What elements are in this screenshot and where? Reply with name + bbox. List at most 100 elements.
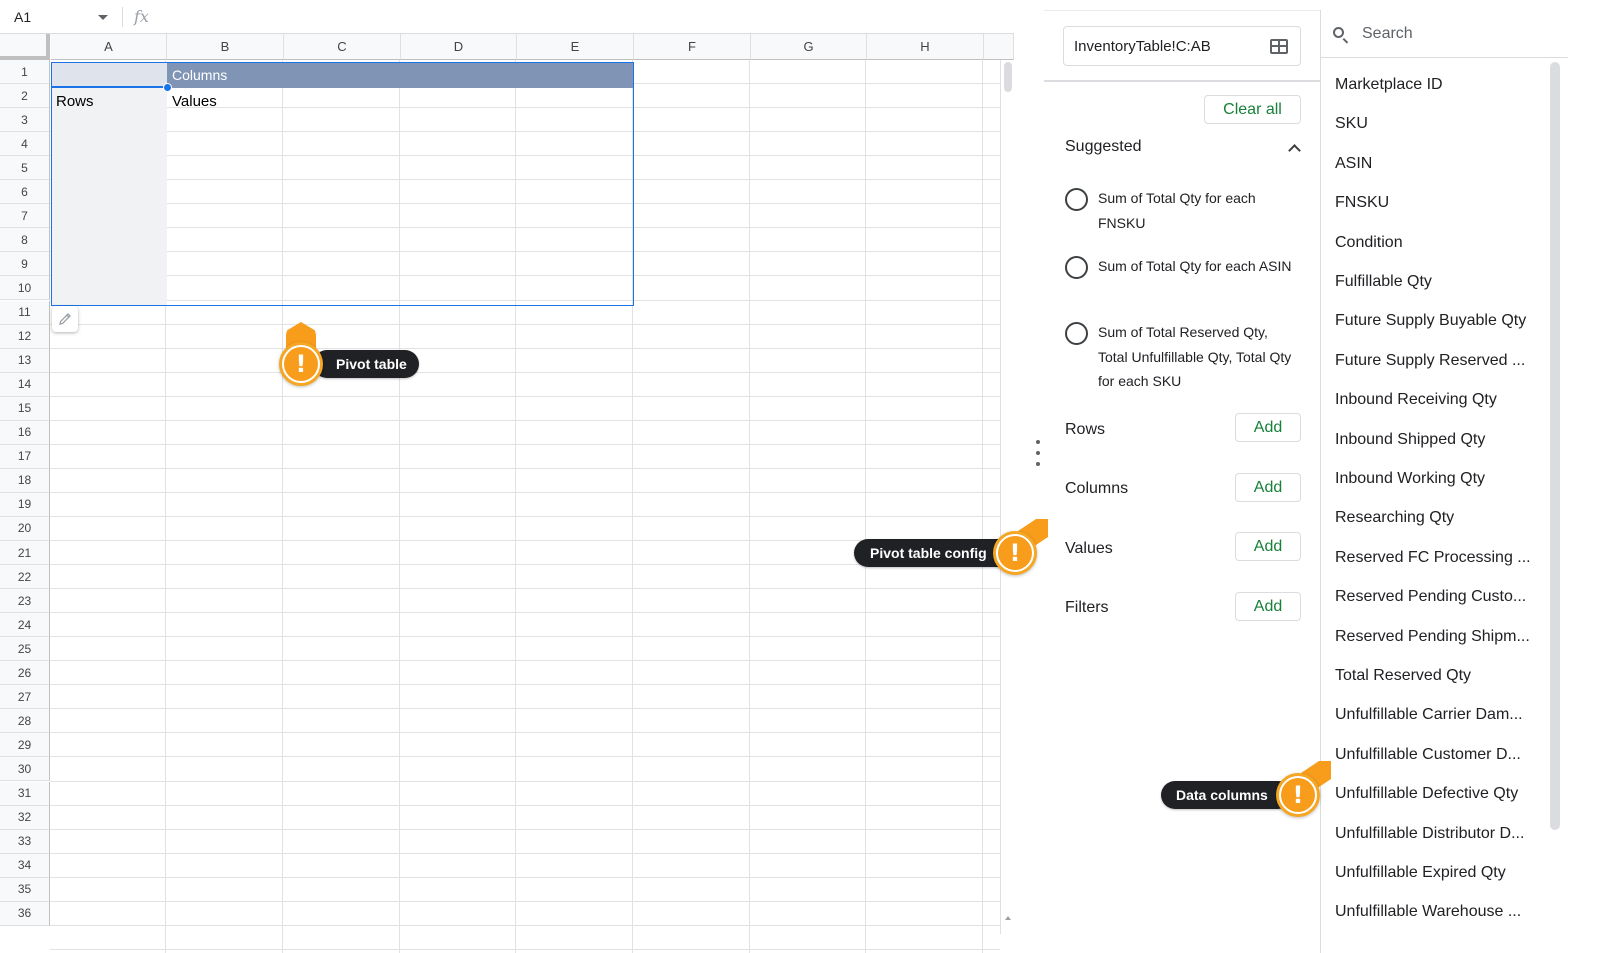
fields-search-input[interactable]: [1362, 22, 1552, 46]
row-header[interactable]: 20: [0, 516, 50, 541]
cell-area[interactable]: [50, 60, 1000, 953]
field-item[interactable]: Unfulfillable Customer D...: [1335, 745, 1535, 765]
row-header[interactable]: 2: [0, 84, 50, 109]
field-item[interactable]: Future Supply Buyable Qty: [1335, 311, 1535, 331]
field-item[interactable]: Condition: [1335, 233, 1535, 253]
select-all-corner[interactable]: [0, 34, 50, 60]
suggestion-option[interactable]: Sum of Total Qty for each FNSKU: [1065, 186, 1295, 235]
field-item[interactable]: Inbound Shipped Qty: [1335, 430, 1535, 450]
edit-pivot-button[interactable]: [52, 306, 78, 332]
radio-button[interactable]: [1065, 256, 1088, 279]
row-header[interactable]: 28: [0, 709, 50, 734]
row-header[interactable]: 5: [0, 156, 50, 181]
fields-scrollbar[interactable]: [1550, 62, 1560, 830]
column-header[interactable]: G: [751, 34, 867, 60]
field-item[interactable]: Reserved Pending Shipm...: [1335, 627, 1535, 647]
row-header[interactable]: 32: [0, 805, 50, 830]
column-header[interactable]: B: [167, 34, 284, 60]
row-header[interactable]: 13: [0, 348, 50, 373]
field-item[interactable]: Reserved FC Processing ...: [1335, 548, 1535, 568]
grid-line: [50, 732, 1000, 734]
clear-all-label: Clear all: [1223, 100, 1282, 118]
chevron-down-icon[interactable]: [98, 15, 108, 20]
field-item[interactable]: Unfulfillable Expired Qty: [1335, 863, 1535, 883]
grid-line: [749, 60, 750, 953]
fill-handle[interactable]: [163, 83, 172, 92]
row-header[interactable]: 24: [0, 613, 50, 638]
field-item[interactable]: Reserved Pending Custo...: [1335, 587, 1535, 607]
row-header[interactable]: 34: [0, 853, 50, 878]
row-header[interactable]: 7: [0, 204, 50, 229]
row-header[interactable]: 10: [0, 276, 50, 301]
panel-gutter: [1014, 0, 1044, 953]
grid-scrollbar[interactable]: [1000, 60, 1014, 934]
grid-select-icon[interactable]: [1270, 39, 1288, 54]
row-header[interactable]: 17: [0, 444, 50, 469]
field-item[interactable]: Researching Qty: [1335, 508, 1535, 528]
row-header[interactable]: 18: [0, 468, 50, 493]
row-header[interactable]: 11: [0, 300, 50, 325]
cell-a1[interactable]: [51, 62, 167, 86]
row-header[interactable]: 8: [0, 228, 50, 253]
data-range-field[interactable]: InventoryTable!C:AB: [1063, 26, 1301, 66]
row-header[interactable]: 25: [0, 637, 50, 662]
row-header[interactable]: 3: [0, 108, 50, 133]
field-item[interactable]: Unfulfillable Warehouse ...: [1335, 902, 1535, 922]
field-item[interactable]: Total Reserved Qty: [1335, 666, 1535, 686]
app-window: A1 fx ABCDEFGH 1 2 3 4 5 6 7 8 9 10 11 12 13 14 15 16 17…: [0, 0, 1600, 953]
more-vert-icon[interactable]: [1034, 440, 1042, 466]
clear-all-button[interactable]: Clear all: [1204, 95, 1301, 124]
suggestion-option[interactable]: Sum of Total Qty for each ASIN: [1065, 254, 1295, 279]
row-header[interactable]: 6: [0, 180, 50, 205]
add-columns-button[interactable]: Add: [1235, 473, 1301, 502]
scrollbar-thumb[interactable]: [1004, 62, 1012, 92]
scroll-up-arrow-icon[interactable]: [1005, 916, 1011, 920]
row-header[interactable]: 35: [0, 877, 50, 902]
field-item[interactable]: SKU: [1335, 114, 1535, 134]
row-header[interactable]: 26: [0, 661, 50, 686]
row-header[interactable]: 22: [0, 565, 50, 590]
row-header[interactable]: 30: [0, 757, 50, 782]
add-values-button[interactable]: Add: [1235, 532, 1301, 561]
column-header[interactable]: E: [517, 34, 634, 60]
grid-line: [50, 564, 1000, 566]
row-header[interactable]: 14: [0, 372, 50, 397]
field-item[interactable]: Unfulfillable Carrier Dam...: [1335, 705, 1535, 725]
divider: [122, 7, 123, 27]
row-header[interactable]: 36: [0, 901, 50, 926]
field-item[interactable]: Unfulfillable Defective Qty: [1335, 784, 1535, 804]
row-header[interactable]: 31: [0, 781, 50, 806]
row-header[interactable]: 29: [0, 733, 50, 758]
radio-button[interactable]: [1065, 322, 1088, 345]
radio-button[interactable]: [1065, 188, 1088, 211]
add-rows-button[interactable]: Add: [1235, 413, 1301, 442]
field-item[interactable]: Fulfillable Qty: [1335, 272, 1535, 292]
row-header[interactable]: 12: [0, 324, 50, 349]
suggestion-option[interactable]: Sum of Total Reserved Qty, Total Unfulfi…: [1065, 320, 1295, 394]
row-header[interactable]: 4: [0, 132, 50, 157]
field-item[interactable]: Future Supply Reserved ...: [1335, 351, 1535, 371]
add-filters-button[interactable]: Add: [1235, 592, 1301, 621]
field-item[interactable]: FNSKU: [1335, 193, 1535, 213]
column-header[interactable]: A: [51, 34, 167, 60]
field-item[interactable]: Marketplace ID: [1335, 75, 1535, 95]
field-item[interactable]: Inbound Working Qty: [1335, 469, 1535, 489]
row-header[interactable]: 33: [0, 829, 50, 854]
row-header[interactable]: 19: [0, 492, 50, 517]
pivot-columns-header[interactable]: Columns: [167, 62, 634, 88]
field-item[interactable]: Unfulfillable Distributor D...: [1335, 824, 1535, 844]
row-header[interactable]: 15: [0, 396, 50, 421]
divider: [1044, 80, 1320, 82]
row-header[interactable]: 27: [0, 685, 50, 710]
column-header[interactable]: H: [867, 34, 984, 60]
column-header[interactable]: F: [634, 34, 751, 60]
row-header[interactable]: 23: [0, 589, 50, 614]
field-item[interactable]: ASIN: [1335, 154, 1535, 174]
row-header[interactable]: 9: [0, 252, 50, 277]
column-header[interactable]: D: [401, 34, 517, 60]
row-header[interactable]: 21: [0, 541, 50, 565]
row-header[interactable]: 1: [0, 60, 50, 84]
row-header[interactable]: 16: [0, 420, 50, 445]
column-header[interactable]: C: [284, 34, 401, 60]
field-item[interactable]: Inbound Receiving Qty: [1335, 390, 1535, 410]
